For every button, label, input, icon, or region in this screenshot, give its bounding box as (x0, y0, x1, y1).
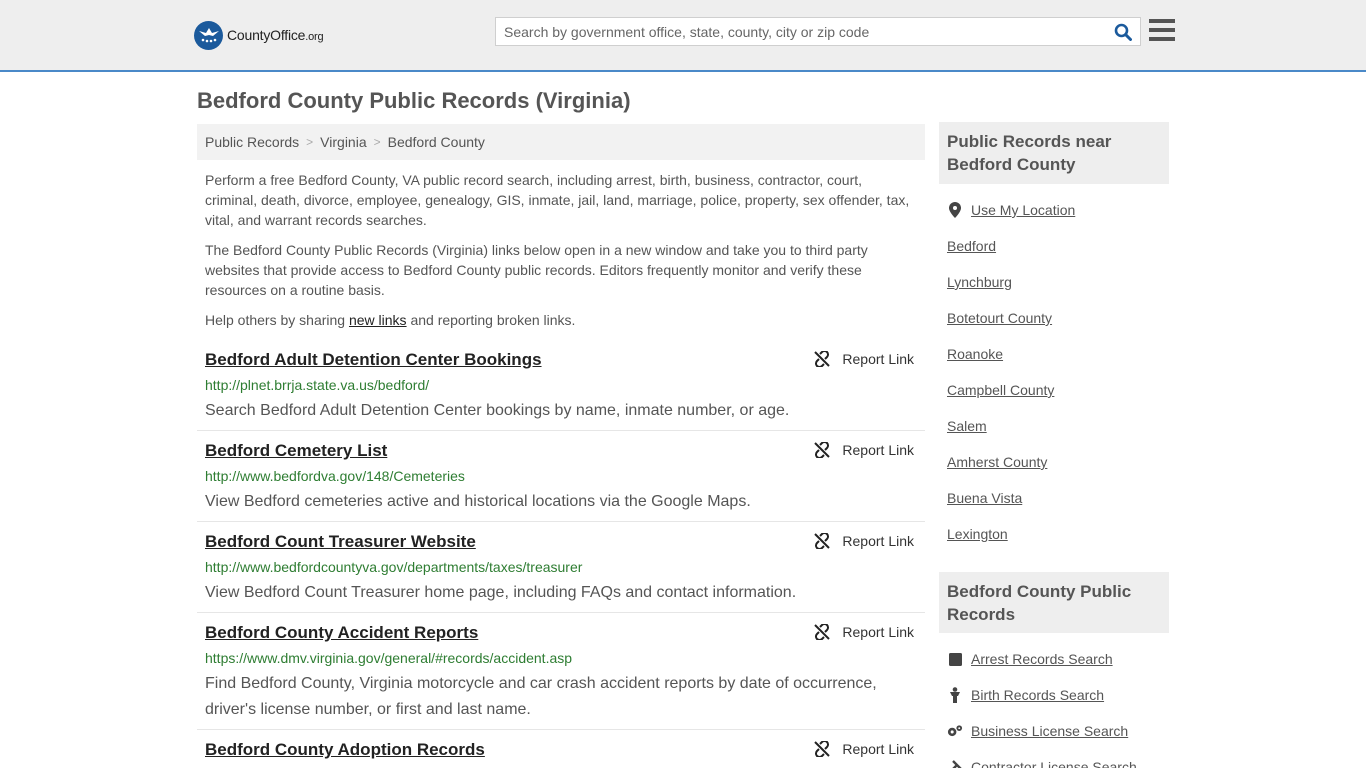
near-link-salem[interactable]: Salem (947, 418, 987, 434)
near-link-amherst-county[interactable]: Amherst County (947, 454, 1047, 470)
search-icon (1114, 23, 1132, 41)
near-link-lexington[interactable]: Lexington (947, 526, 1008, 542)
near-link-campbell-county[interactable]: Campbell County (947, 382, 1054, 398)
search-input[interactable] (496, 18, 1106, 45)
record-title-link[interactable]: Bedford Adult Detention Center Bookings (205, 350, 542, 370)
contractor-license-link[interactable]: Contractor License Search (947, 759, 1137, 768)
record-description: Search Bedford Adult Detention Center bo… (205, 402, 790, 419)
record-title-link[interactable]: Bedford Count Treasurer Website (205, 532, 476, 552)
broken-link-icon (814, 533, 831, 549)
near-link-bedford[interactable]: Bedford (947, 238, 996, 254)
broken-link-icon (814, 442, 831, 458)
gears-icon (947, 723, 963, 739)
new-links-link[interactable]: new links (349, 312, 407, 328)
report-link-button[interactable]: Report Link (814, 741, 914, 757)
county-records-heading: Bedford County Public Records (939, 572, 1169, 633)
record-title-link[interactable]: Bedford County Adoption Records (205, 740, 485, 760)
near-link-buena-vista[interactable]: Buena Vista (947, 490, 1022, 506)
search-button[interactable] (1106, 18, 1140, 45)
intro-paragraph: Perform a free Bedford County, VA public… (205, 172, 910, 228)
record-item: Bedford Cemetery List Report Link http:/… (197, 441, 925, 522)
broken-link-icon (814, 624, 831, 640)
tools-icon (947, 759, 963, 768)
record-item: Bedford County Accident Reports Report L… (197, 623, 925, 730)
breadcrumb-virginia[interactable]: Virginia (320, 134, 366, 150)
near-records-heading: Public Records near Bedford County (939, 122, 1169, 184)
record-description: View Bedford cemeteries active and histo… (205, 493, 751, 510)
breadcrumb: Public Records > Virginia > Bedford Coun… (197, 124, 925, 160)
record-url: https://www.dmv.virginia.gov/general/#re… (205, 650, 573, 666)
brand-name: CountyOffice.org (227, 27, 324, 43)
square-icon (947, 651, 963, 667)
record-item: Bedford County Adoption Records Report L… (197, 740, 925, 768)
near-link-lynchburg[interactable]: Lynchburg (947, 274, 1012, 290)
seal-icon (194, 20, 223, 50)
report-link-button[interactable]: Report Link (814, 351, 914, 367)
breadcrumb-separator: > (373, 135, 381, 149)
arrest-records-link[interactable]: Arrest Records Search (947, 651, 1113, 667)
page-title: Bedford County Public Records (Virginia) (197, 88, 631, 113)
record-url: http://plnet.brrja.state.va.us/bedford/ (205, 377, 430, 393)
search-bar (495, 17, 1141, 46)
record-item: Bedford Adult Detention Center Bookings … (197, 350, 925, 431)
record-url: http://www.bedfordva.gov/148/Cemeteries (205, 468, 465, 484)
breadcrumb-public-records[interactable]: Public Records (205, 134, 299, 150)
record-item: Bedford Count Treasurer Website Report L… (197, 532, 925, 613)
record-url: http://www.bedfordcountyva.gov/departmen… (205, 559, 583, 575)
report-link-button[interactable]: Report Link (814, 442, 914, 458)
record-description: Find Bedford County, Virginia motorcycle… (205, 675, 877, 718)
report-link-button[interactable]: Report Link (814, 533, 914, 549)
person-icon (947, 687, 963, 703)
business-license-link[interactable]: Business License Search (947, 723, 1128, 739)
use-my-location-link[interactable]: Use My Location (947, 202, 1075, 218)
broken-link-icon (814, 741, 831, 757)
hamburger-menu-icon[interactable] (1149, 19, 1175, 43)
near-link-botetourt-county[interactable]: Botetourt County (947, 310, 1052, 326)
map-pin-icon (947, 202, 963, 218)
site-logo[interactable]: CountyOffice.org (194, 20, 324, 50)
disclaimer-paragraph: The Bedford County Public Records (Virgi… (205, 242, 868, 298)
top-bar: CountyOffice.org (0, 0, 1366, 72)
breadcrumb-separator: > (306, 135, 314, 149)
record-title-link[interactable]: Bedford County Accident Reports (205, 623, 478, 643)
report-link-button[interactable]: Report Link (814, 624, 914, 640)
near-link-roanoke[interactable]: Roanoke (947, 346, 1003, 362)
record-description: View Bedford Count Treasurer home page, … (205, 584, 797, 601)
birth-records-link[interactable]: Birth Records Search (947, 687, 1104, 703)
broken-link-icon (814, 351, 831, 367)
share-paragraph: Help others by sharing new links and rep… (205, 312, 576, 328)
breadcrumb-bedford-county[interactable]: Bedford County (388, 134, 485, 150)
record-title-link[interactable]: Bedford Cemetery List (205, 441, 387, 461)
